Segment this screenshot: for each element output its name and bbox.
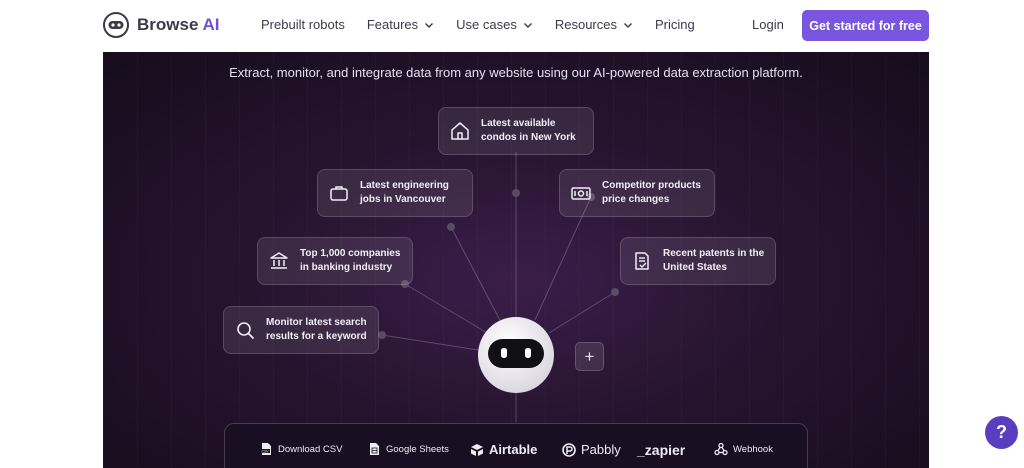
nav-pricing[interactable]: Pricing bbox=[655, 17, 695, 32]
integration-google-sheets[interactable]: Google Sheets bbox=[367, 442, 449, 456]
money-icon bbox=[571, 187, 591, 200]
brand-logo[interactable]: Browse AI bbox=[103, 12, 220, 38]
chevron-down-icon bbox=[523, 22, 532, 28]
webhook-icon bbox=[714, 442, 728, 456]
login-link[interactable]: Login bbox=[752, 17, 784, 32]
use-case-card-search[interactable]: Monitor latest search results for a keywo… bbox=[223, 306, 379, 354]
help-button[interactable]: ? bbox=[985, 416, 1018, 449]
nav-prebuilt-robots[interactable]: Prebuilt robots bbox=[261, 17, 345, 32]
get-started-button[interactable]: Get started for free bbox=[802, 10, 929, 41]
integration-download-csv[interactable]: CSV Download CSV bbox=[259, 442, 342, 456]
use-case-card-prices[interactable]: Competitor products price changes bbox=[559, 169, 715, 217]
svg-text:CSV: CSV bbox=[262, 449, 270, 453]
card-label: Latest engineering jobs in Vancouver bbox=[360, 180, 449, 205]
pabbly-icon bbox=[562, 442, 576, 457]
card-label: Monitor latest search results for a keywo… bbox=[266, 317, 367, 342]
card-label: Top 1,000 companies in banking industry bbox=[300, 248, 401, 273]
nav-resources[interactable]: Resources bbox=[555, 17, 633, 32]
connector-dot bbox=[378, 331, 386, 339]
hero-section: Extract, monitor, and integrate data fro… bbox=[103, 52, 929, 468]
csv-file-icon: CSV bbox=[261, 443, 271, 455]
airtable-icon bbox=[471, 443, 483, 456]
card-label: Latest available condos in New York bbox=[481, 118, 576, 143]
use-case-card-condos[interactable]: Latest available condos in New York bbox=[438, 107, 594, 155]
integration-airtable[interactable]: Airtable bbox=[470, 442, 537, 457]
integration-webhook[interactable]: Webhook bbox=[714, 442, 773, 456]
robot-logo-icon bbox=[103, 12, 129, 38]
integrations-bar: CSV Download CSV Google Sheets Airtable … bbox=[224, 423, 808, 468]
card-label: Recent patents in the United States bbox=[663, 248, 765, 273]
integration-pabbly[interactable]: Pabbly bbox=[562, 442, 621, 457]
chevron-down-icon bbox=[623, 22, 632, 28]
top-nav: Browse AI Prebuilt robots Features Use c… bbox=[0, 0, 1024, 52]
nav-links: Prebuilt robots Features Use cases Resou… bbox=[261, 17, 717, 32]
search-icon bbox=[237, 322, 254, 339]
robot-mascot bbox=[478, 317, 554, 393]
document-check-icon bbox=[635, 252, 649, 270]
use-case-card-patents[interactable]: Recent patents in the United States bbox=[620, 237, 776, 285]
use-case-card-jobs[interactable]: Latest engineering jobs in Vancouver bbox=[317, 169, 473, 217]
card-label: Competitor products price changes bbox=[602, 180, 701, 205]
use-case-card-banking[interactable]: Top 1,000 companies in banking industry bbox=[257, 237, 413, 285]
add-button[interactable]: + bbox=[575, 342, 604, 371]
connector-dot bbox=[611, 288, 619, 296]
house-icon bbox=[451, 122, 469, 140]
chevron-down-icon bbox=[425, 22, 434, 28]
bank-icon bbox=[270, 252, 288, 269]
briefcase-icon bbox=[330, 186, 348, 201]
connector-dot bbox=[512, 189, 520, 197]
sheets-icon bbox=[370, 443, 379, 455]
connector-dot bbox=[447, 223, 455, 231]
nav-use-cases[interactable]: Use cases bbox=[456, 17, 533, 32]
brand-name: Browse AI bbox=[137, 15, 220, 34]
nav-features[interactable]: Features bbox=[367, 17, 434, 32]
integration-zapier[interactable]: _zapier bbox=[637, 442, 685, 458]
